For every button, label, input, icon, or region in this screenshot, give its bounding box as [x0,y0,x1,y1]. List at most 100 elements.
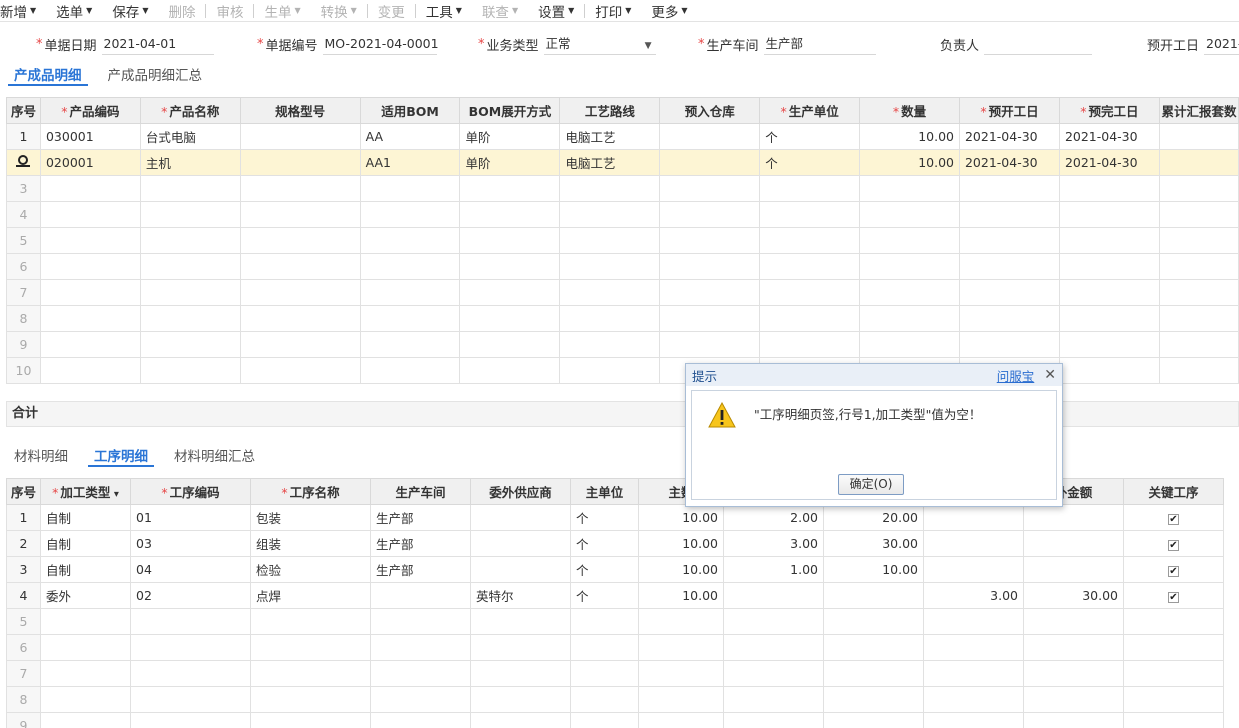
process-row[interactable]: 4 委外 02 点焊 英特尔个 10.00 3.00 30.00 ✔ [6,582,1224,609]
change-menu[interactable]: 变更 [378,1,405,21]
process-cell[interactable] [723,582,824,609]
process-cell[interactable]: 点焊 [250,582,371,609]
product-cell[interactable] [359,201,461,228]
product-cell[interactable]: 10.00 [859,123,960,150]
product-cell[interactable]: AA1 [359,149,461,176]
process-cell[interactable] [723,608,824,635]
product-col-header[interactable]: * 产品名称 [139,97,241,124]
product-cell[interactable] [1058,253,1160,280]
product-cell[interactable] [958,253,1060,280]
process-cell[interactable] [638,712,724,728]
product-col-header[interactable]: 预入仓库 [659,97,761,124]
product-cell[interactable] [1158,123,1239,150]
process-cell[interactable] [1123,660,1224,687]
process-cell[interactable] [470,686,571,713]
process-cell[interactable] [470,504,571,531]
product-row[interactable]: 6 [6,253,1239,280]
product-cell[interactable] [1158,305,1239,332]
process-cell[interactable] [1123,686,1224,713]
product-cell[interactable] [39,201,141,228]
process-cell[interactable] [1023,530,1124,557]
process-cell[interactable]: 20.00 [823,504,924,531]
process-cell[interactable] [250,634,371,661]
settings-menu[interactable]: 设置 ▼ [538,1,574,21]
product-cell[interactable] [659,253,761,280]
process-cell[interactable] [1023,712,1124,728]
process-row[interactable]: 8 [6,686,1224,713]
product-cell[interactable]: 电脑工艺 [559,149,661,176]
new-menu[interactable]: 新增 ▼ [0,1,36,21]
process-cell[interactable] [823,608,924,635]
process-cell[interactable]: 02 [130,582,251,609]
product-cell[interactable] [559,227,661,254]
product-cell[interactable] [559,357,661,384]
process-cell[interactable] [1023,504,1124,531]
product-cell[interactable] [359,305,461,332]
process-cell[interactable] [470,608,571,635]
process-cell[interactable] [370,608,471,635]
process-cell[interactable]: ✔ [1123,504,1224,531]
product-cell[interactable] [239,201,361,228]
tools-menu[interactable]: 工具 ▼ [426,1,462,21]
product-cell[interactable] [559,279,661,306]
process-cell[interactable] [823,660,924,687]
product-cell[interactable] [459,331,561,358]
product-cell[interactable] [1158,279,1239,306]
process-cell[interactable] [923,712,1024,728]
product-cell[interactable]: 电脑工艺 [559,123,661,150]
product-cell[interactable] [859,201,960,228]
process-cell[interactable]: 3.00 [923,582,1024,609]
process-cell[interactable]: 个 [570,530,639,557]
product-cell[interactable] [1058,305,1160,332]
process-cell[interactable] [470,712,571,728]
tab-material-detail[interactable]: 材料明细 [8,445,74,467]
product-cell[interactable] [39,279,141,306]
tab-product-detail[interactable]: 产成品明细 [8,64,88,86]
product-cell[interactable] [1058,279,1160,306]
process-col-header[interactable]: 委外供应商 [470,478,571,505]
process-cell[interactable]: 自制 [40,504,131,531]
tab-material-summary[interactable]: 材料明细汇总 [168,445,261,467]
product-cell[interactable] [958,331,1060,358]
owner-input[interactable] [984,33,1093,55]
product-cell[interactable] [859,305,960,332]
process-cell[interactable] [570,660,639,687]
product-cell[interactable] [859,253,960,280]
key-process-checkbox[interactable]: ✔ [1168,566,1179,577]
product-cell[interactable] [359,331,461,358]
product-cell[interactable] [759,305,861,332]
date-input[interactable]: 2021-04-01 [101,33,214,55]
product-cell[interactable]: 个 [759,149,861,176]
process-cell[interactable]: 个 [570,556,639,583]
product-cell[interactable] [1058,227,1160,254]
process-col-header[interactable]: * 加工类型 ▾ [40,478,131,505]
process-cell[interactable] [370,712,471,728]
product-cell[interactable] [239,279,361,306]
process-cell[interactable]: 30.00 [823,530,924,557]
process-cell[interactable] [638,608,724,635]
process-cell[interactable]: 生产部 [370,556,471,583]
select-source-menu[interactable]: 选单 ▼ [56,1,92,21]
product-cell[interactable]: 2021-04-30 [958,149,1060,176]
process-cell[interactable]: 生产部 [370,530,471,557]
product-col-header[interactable]: 工艺路线 [559,97,661,124]
product-cell[interactable] [459,175,561,202]
process-cell[interactable]: 10.00 [638,504,724,531]
product-cell[interactable]: 030001 [39,123,141,150]
process-cell[interactable] [638,634,724,661]
doc-no-input[interactable]: MO-2021-04-0001 [322,33,439,55]
product-cell[interactable] [139,227,241,254]
process-cell[interactable] [1023,660,1124,687]
product-cell[interactable] [659,149,761,176]
key-process-checkbox[interactable]: ✔ [1168,592,1179,603]
process-cell[interactable] [923,634,1024,661]
product-cell[interactable] [1158,331,1239,358]
sort-down-icon[interactable]: ▾ [110,489,119,500]
process-col-header[interactable]: 关键工序 [1123,478,1224,505]
product-col-header[interactable]: * 预开工日 [958,97,1060,124]
key-process-checkbox[interactable]: ✔ [1168,540,1179,551]
product-cell[interactable] [659,305,761,332]
key-process-checkbox[interactable]: ✔ [1168,514,1179,525]
product-row[interactable]: 5 [6,227,1239,254]
process-cell[interactable] [470,530,571,557]
